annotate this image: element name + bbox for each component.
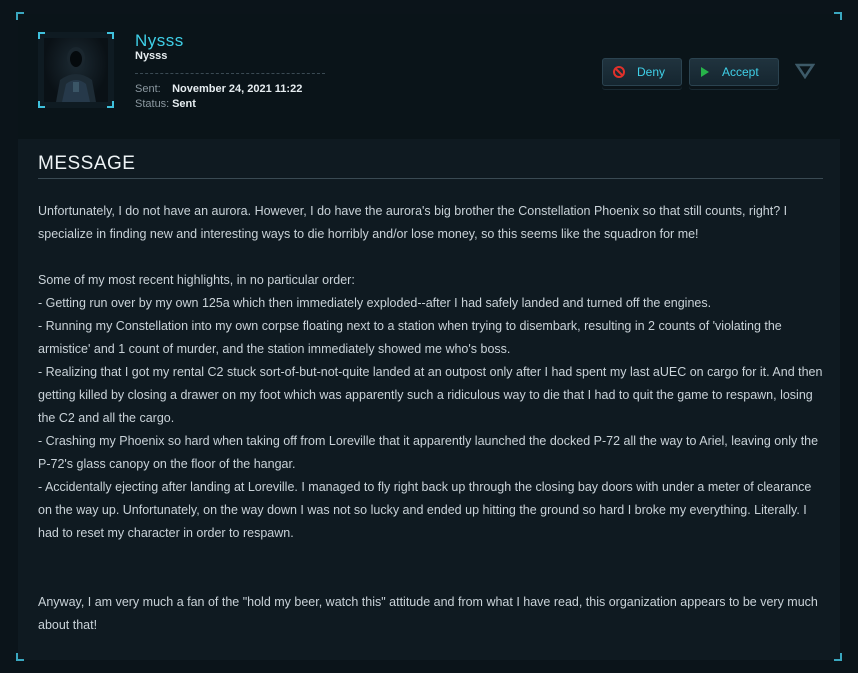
section-title: MESSAGE [38,153,136,174]
list-item: - Accidentally ejecting after landing at… [38,480,812,540]
message-paragraph: Some of my most recent highlights, in no… [38,273,355,287]
section-divider [38,178,823,179]
message-body: Unfortunately, I do not have an aurora. … [38,200,825,637]
list-item: - Running my Constellation into my own c… [38,319,782,356]
message-paragraph: Anyway, I am very much a fan of the "hol… [38,595,818,632]
message-panel: MESSAGE Unfortunately, I do not have an … [18,14,840,660]
list-item: - Getting run over by my own 125a which … [38,296,712,310]
list-item: - Crashing my Phoenix so hard when takin… [38,434,819,471]
list-item: - Realizing that I got my rental C2 stuc… [38,365,823,425]
message-paragraph: Unfortunately, I do not have an aurora. … [38,204,788,241]
